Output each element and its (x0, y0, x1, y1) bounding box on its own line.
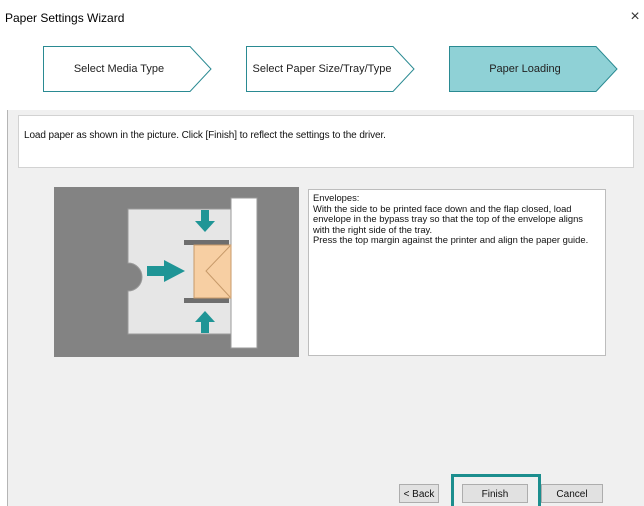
step-label: Select Media Type (73, 63, 165, 75)
instruction-panel: Load paper as shown in the picture. Clic… (18, 115, 634, 168)
title-bar: Paper Settings Wizard × (0, 0, 644, 34)
step-label: Paper Loading (489, 63, 561, 75)
instruction-text: Load paper as shown in the picture. Clic… (24, 130, 386, 141)
finish-button[interactable]: Finish (462, 484, 528, 503)
description-line: Press the top margin against the printer… (313, 234, 589, 246)
envelope-tray-illustration-icon (127, 197, 258, 349)
description-line: Envelopes: (313, 192, 360, 203)
cancel-button[interactable]: Cancel (541, 484, 603, 503)
step-paper-loading: Paper Loading (449, 46, 619, 92)
step-select-media-type: Select Media Type (43, 46, 213, 92)
description-box: Envelopes: With the side to be printed f… (308, 189, 606, 356)
close-icon[interactable]: × (626, 8, 644, 26)
step-label: Select Paper Size/Tray/Type (252, 63, 392, 75)
loading-illustration (54, 187, 299, 357)
back-button[interactable]: < Back (399, 484, 439, 503)
wizard-window: Paper Settings Wizard × Select Media Typ… (0, 0, 644, 506)
step-select-paper-size: Select Paper Size/Tray/Type (246, 46, 416, 92)
wizard-steps: Select Media Type Select Paper Size/Tray… (0, 34, 644, 110)
window-title: Paper Settings Wizard (5, 11, 125, 25)
